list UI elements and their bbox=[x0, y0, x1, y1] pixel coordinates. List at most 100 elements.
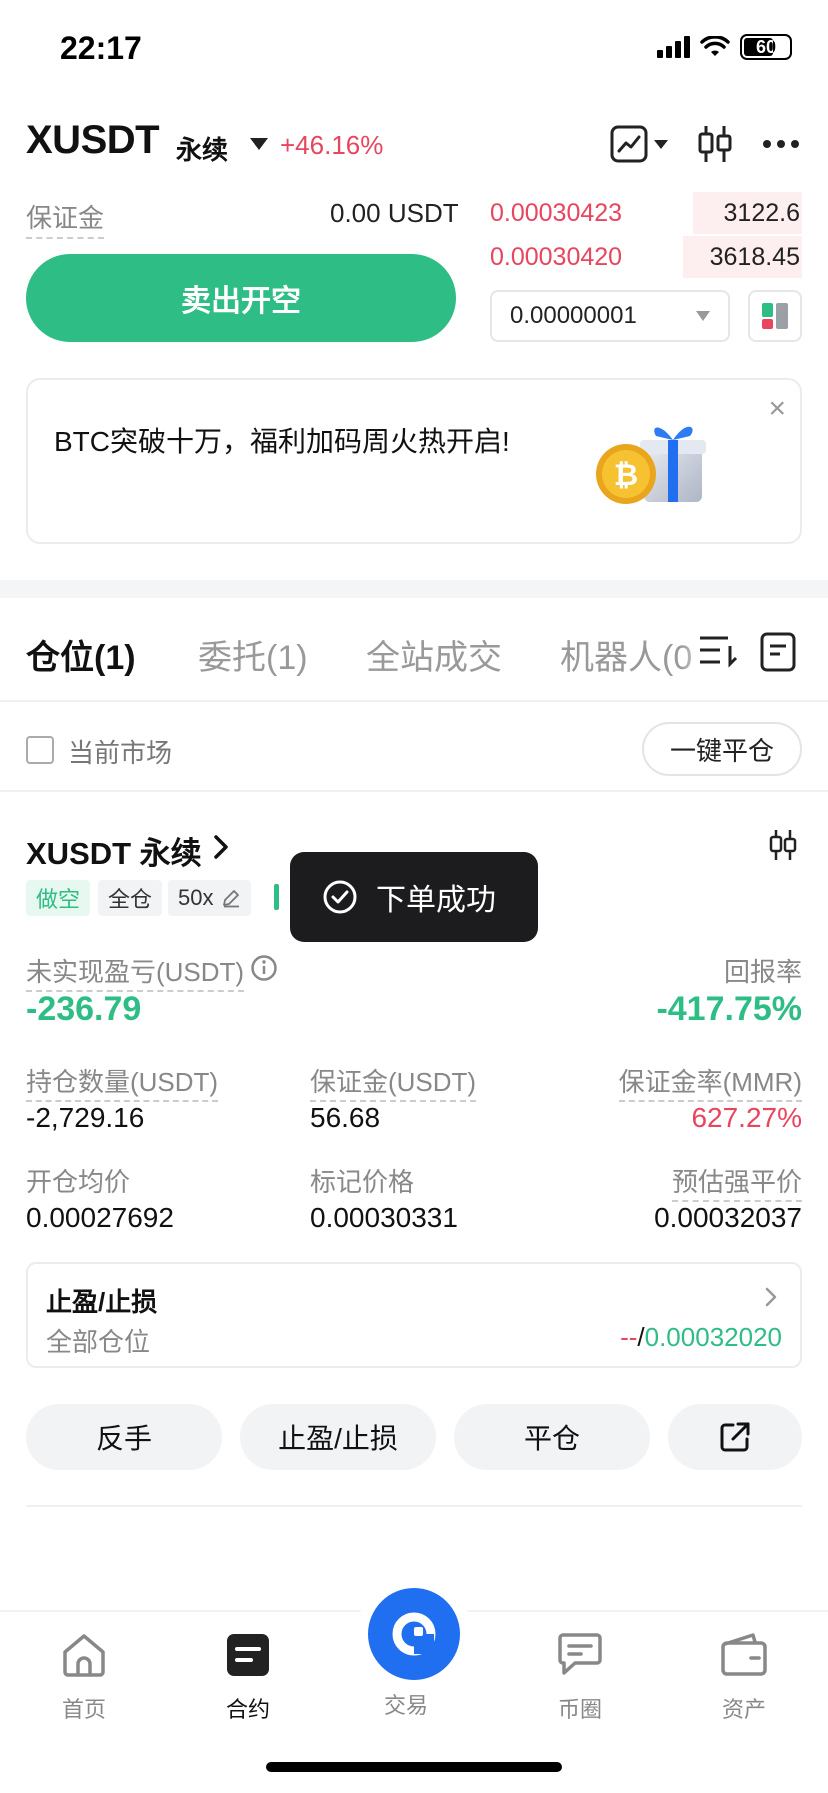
mark-price-value: 0.00030331 bbox=[310, 1202, 458, 1233]
orderbook-price: 0.00030420 bbox=[490, 242, 623, 271]
tabbar-assets[interactable]: 资产 bbox=[694, 1632, 794, 1724]
side-tag: 做空 bbox=[26, 880, 91, 916]
position-title[interactable]: XUSDT 永续 bbox=[26, 828, 202, 873]
chart-button[interactable] bbox=[610, 125, 668, 163]
pair-title[interactable]: XUSDT bbox=[26, 118, 160, 163]
caret-down-icon bbox=[696, 311, 710, 321]
banner-text: BTC突破十万，福利加码周火热开启! bbox=[54, 426, 510, 457]
precision-select[interactable]: 0.00000001 bbox=[490, 290, 730, 342]
tabbar-community-label: 币圈 bbox=[557, 1697, 602, 1722]
tpsl-row[interactable]: 止盈/止损 全部仓位 --/0.00032020 bbox=[26, 1262, 802, 1368]
tab-market-trades[interactable]: 全站成交 bbox=[366, 630, 502, 679]
unrealized-pnl-value: -236.79 bbox=[26, 990, 142, 1028]
chart-icon bbox=[610, 125, 648, 163]
candlestick-icon[interactable] bbox=[768, 828, 798, 862]
check-circle-icon bbox=[323, 880, 357, 914]
tpsl-scope: 全部仓位 bbox=[46, 1327, 151, 1357]
signal-icon bbox=[657, 36, 690, 58]
tabbar-home[interactable]: 首页 bbox=[34, 1632, 134, 1724]
mark-price-label: 标记价格 bbox=[310, 1167, 415, 1197]
mmr-label[interactable]: 保证金率(MMR) bbox=[618, 1062, 802, 1102]
wifi-icon bbox=[700, 36, 730, 56]
trade-icon bbox=[392, 1612, 436, 1656]
promo-banner[interactable]: BTC突破十万，福利加码周火热开启! × ₿ bbox=[26, 378, 802, 544]
orderbook-layout-button[interactable] bbox=[748, 290, 802, 342]
tab-orders[interactable]: 委托(1) bbox=[198, 630, 308, 679]
trade-fab-button[interactable] bbox=[368, 1588, 460, 1680]
tabbar-community[interactable]: 币圈 bbox=[530, 1632, 630, 1724]
tpsl-separator: / bbox=[637, 1322, 645, 1352]
section-divider bbox=[0, 580, 828, 598]
position-margin-label[interactable]: 保证金(USDT) bbox=[310, 1062, 477, 1102]
unrealized-pnl-label[interactable]: 未实现盈亏(USDT) bbox=[26, 952, 245, 992]
svg-text:₿: ₿ bbox=[614, 458, 638, 493]
document-icon[interactable] bbox=[760, 632, 796, 672]
entry-price-label: 开仓均价 bbox=[26, 1167, 131, 1197]
layout-icon bbox=[762, 303, 788, 329]
divider bbox=[26, 1505, 802, 1507]
leverage-value: 50x bbox=[178, 885, 214, 910]
contract-type[interactable]: 永续 bbox=[176, 130, 228, 167]
home-icon bbox=[63, 1634, 105, 1677]
roe-value: -417.75% bbox=[656, 990, 802, 1028]
tabbar-trade-label[interactable]: 交易 bbox=[384, 1688, 428, 1720]
tab-positions[interactable]: 仓位(1) bbox=[26, 630, 136, 679]
chevron-right-icon[interactable] bbox=[212, 834, 230, 860]
sell-open-short-button[interactable]: 卖出开空 bbox=[26, 254, 456, 342]
tp-value: -- bbox=[620, 1322, 638, 1352]
close-position-button[interactable]: 平仓 bbox=[454, 1404, 650, 1470]
info-icon[interactable] bbox=[250, 954, 278, 982]
tabs-divider bbox=[0, 700, 828, 702]
close-all-button[interactable]: 一键平仓 bbox=[642, 722, 802, 776]
wallet-icon bbox=[721, 1633, 767, 1676]
leverage-tag[interactable]: 50x bbox=[168, 880, 252, 916]
orderbook-row[interactable]: 0.00030420 3618.45 bbox=[490, 236, 802, 278]
position-margin-value: 56.68 bbox=[310, 1102, 381, 1133]
edit-icon bbox=[223, 890, 240, 908]
tab-bots[interactable]: 机器人(0 bbox=[560, 630, 700, 679]
tpsl-values: --/0.00032020 bbox=[620, 1322, 782, 1353]
close-icon[interactable]: × bbox=[768, 392, 786, 426]
status-icons: 60 bbox=[657, 34, 792, 60]
reverse-button[interactable]: 反手 bbox=[26, 1404, 222, 1470]
chevron-right-icon bbox=[765, 1287, 777, 1307]
current-market-checkbox[interactable] bbox=[26, 736, 54, 764]
more-icon[interactable] bbox=[762, 139, 800, 149]
filter-list-icon[interactable] bbox=[698, 632, 738, 668]
tpsl-button[interactable]: 止盈/止损 bbox=[240, 1404, 436, 1470]
tabbar-home-label: 首页 bbox=[61, 1697, 106, 1722]
share-icon bbox=[720, 1422, 750, 1452]
current-market-label[interactable]: 当前市场 bbox=[68, 733, 172, 770]
tpsl-title: 止盈/止损 bbox=[46, 1287, 158, 1317]
mmr-value: 627.27% bbox=[691, 1102, 802, 1133]
battery-icon: 60 bbox=[740, 34, 792, 60]
sl-value: 0.00032020 bbox=[644, 1322, 782, 1352]
precision-value: 0.00000001 bbox=[510, 302, 637, 329]
margin-mode-tag[interactable]: 全仓 bbox=[98, 880, 163, 916]
entry-price-value: 0.00027692 bbox=[26, 1202, 174, 1233]
position-size-label[interactable]: 持仓数量(USDT) bbox=[26, 1062, 219, 1102]
tabbar-contract[interactable]: 合约 bbox=[198, 1632, 298, 1724]
battery-level: 60 bbox=[755, 36, 777, 57]
adl-indicator bbox=[274, 884, 279, 910]
tabbar-assets-label: 资产 bbox=[721, 1697, 766, 1722]
margin-value: 0.00 USDT bbox=[330, 198, 459, 228]
contract-icon bbox=[227, 1634, 269, 1676]
gift-coin-icon: ₿ bbox=[596, 426, 706, 504]
home-indicator bbox=[266, 1762, 562, 1772]
status-time: 22:17 bbox=[60, 30, 142, 66]
orderbook-row[interactable]: 0.00030423 3122.6 bbox=[490, 192, 802, 234]
price-change: +46.16% bbox=[280, 130, 384, 160]
divider bbox=[0, 790, 828, 792]
tabbar-contract-label: 合约 bbox=[225, 1697, 270, 1722]
liq-price-label[interactable]: 预估强平价 bbox=[671, 1162, 802, 1202]
roe-label: 回报率 bbox=[723, 957, 802, 987]
orderbook-qty: 3618.45 bbox=[709, 242, 800, 271]
caret-down-icon[interactable] bbox=[250, 138, 268, 150]
header-actions bbox=[610, 124, 800, 164]
chart-caret-icon bbox=[654, 139, 668, 149]
orderbook-qty: 3122.6 bbox=[723, 198, 800, 227]
candlestick-icon[interactable] bbox=[696, 124, 734, 164]
chat-icon bbox=[558, 1633, 602, 1675]
share-button[interactable] bbox=[668, 1404, 802, 1470]
